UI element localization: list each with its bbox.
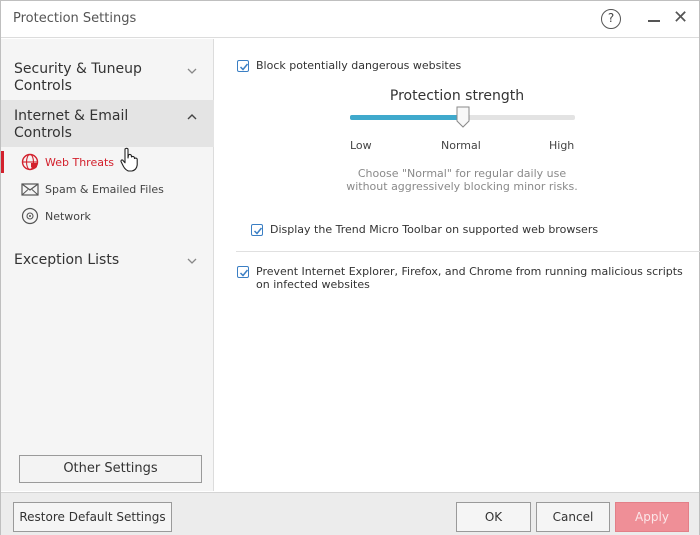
strength-high-label: High bbox=[549, 139, 575, 152]
apply-button[interactable]: Apply bbox=[615, 502, 689, 532]
divider bbox=[236, 251, 700, 252]
toolbar-label: Display the Trend Micro Toolbar on suppo… bbox=[270, 223, 599, 236]
subnav-web-threats[interactable]: Web Threats bbox=[1, 149, 214, 175]
strength-low-label: Low bbox=[350, 139, 372, 152]
block-dangerous-sites-label: Block potentially dangerous websites bbox=[256, 59, 462, 72]
restore-defaults-button[interactable]: Restore Default Settings bbox=[13, 502, 172, 532]
chevron-down-icon bbox=[187, 256, 197, 266]
nav-security-tuneup-label-2: Controls bbox=[14, 78, 72, 94]
globe-shield-icon bbox=[21, 153, 39, 171]
sidebar: Security & Tuneup Controls Internet & Em… bbox=[1, 39, 214, 491]
close-icon[interactable]: ✕ bbox=[673, 9, 688, 27]
protection-strength-slider[interactable] bbox=[350, 106, 575, 128]
network-icon bbox=[21, 207, 39, 225]
mail-icon bbox=[21, 180, 39, 198]
strength-hint-line1: Choose "Normal" for regular daily use bbox=[357, 167, 567, 180]
protection-settings-window: Protection Settings ? ✕ Security & Tuneu… bbox=[0, 0, 700, 535]
nav-exception-lists-label: Exception Lists bbox=[14, 252, 120, 268]
slider-thumb[interactable] bbox=[456, 106, 470, 128]
help-icon[interactable]: ? bbox=[601, 9, 621, 29]
prevent-scripts-label-line2: on infected websites bbox=[256, 278, 370, 291]
nav-internet-email[interactable]: Internet & Email Controls bbox=[1, 100, 214, 147]
strength-hint: Choose "Normal" for regular daily use wi… bbox=[215, 167, 700, 193]
subnav-spam-emailed-files[interactable]: Spam & Emailed Files bbox=[1, 176, 214, 202]
protection-strength-title: Protection strength bbox=[389, 88, 525, 104]
cancel-button[interactable]: Cancel bbox=[536, 502, 610, 532]
toolbar-checkbox[interactable] bbox=[251, 224, 263, 236]
window-title: Protection Settings bbox=[13, 11, 137, 26]
block-dangerous-sites-checkbox[interactable] bbox=[237, 60, 249, 72]
subnav-web-threats-label: Web Threats bbox=[45, 156, 115, 169]
other-settings-button[interactable]: Other Settings bbox=[19, 455, 202, 483]
slider-fill bbox=[350, 115, 463, 120]
prevent-scripts-checkbox[interactable] bbox=[237, 266, 249, 278]
nav-internet-email-label-1: Internet & Email bbox=[14, 108, 129, 124]
subnav-network[interactable]: Network bbox=[1, 203, 214, 229]
nav-exception-lists[interactable]: Exception Lists bbox=[1, 249, 214, 273]
hand-cursor-icon bbox=[119, 147, 141, 173]
subnav-network-label: Network bbox=[45, 210, 91, 223]
ok-button[interactable]: OK bbox=[456, 502, 531, 532]
nav-internet-email-label-2: Controls bbox=[14, 125, 72, 141]
footer: Restore Default Settings OK Cancel Apply bbox=[1, 492, 699, 535]
chevron-up-icon bbox=[187, 112, 197, 122]
chevron-down-icon bbox=[187, 66, 197, 76]
nav-security-tuneup-label-1: Security & Tuneup bbox=[14, 61, 142, 77]
strength-normal-label: Normal bbox=[441, 139, 481, 152]
subnav-spam-label: Spam & Emailed Files bbox=[45, 183, 164, 196]
main-panel: Block potentially dangerous websites Pro… bbox=[215, 39, 700, 491]
nav-security-tuneup[interactable]: Security & Tuneup Controls bbox=[1, 57, 214, 99]
strength-hint-line2: without aggressively blocking minor risk… bbox=[346, 180, 578, 193]
minimize-icon[interactable] bbox=[646, 11, 662, 27]
title-bar: Protection Settings ? ✕ bbox=[1, 1, 699, 38]
prevent-scripts-label-line1: Prevent Internet Explorer, Firefox, and … bbox=[256, 265, 683, 278]
